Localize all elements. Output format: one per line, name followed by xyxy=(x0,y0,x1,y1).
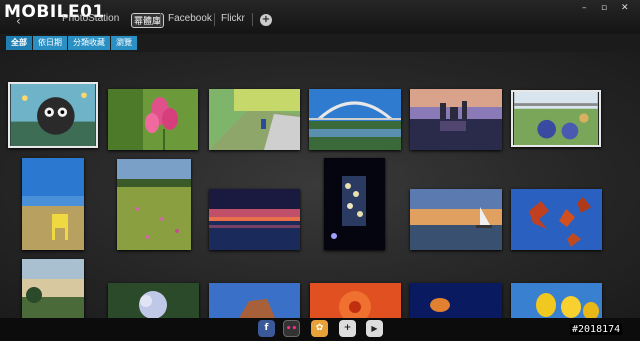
photo-city-skyline-night[interactable] xyxy=(410,89,502,150)
subtab-categories[interactable]: 分類收藏 xyxy=(68,36,110,50)
bridge-river-image xyxy=(309,89,401,150)
add-icon[interactable]: + xyxy=(339,320,356,337)
meadow-image xyxy=(117,159,191,250)
yellow-tulips-image xyxy=(511,283,602,318)
subtab-browse[interactable]: 瀏覽 xyxy=(111,36,137,50)
cat-painting-image xyxy=(10,84,96,146)
filter-tabs: 全部 依日期 分類收藏 瀏覽 xyxy=(6,36,138,50)
flickr-icon[interactable]: •• xyxy=(283,320,300,337)
flower-field-image xyxy=(514,92,598,145)
pink-flower-image xyxy=(108,89,198,150)
sunset-lake-image xyxy=(209,189,300,250)
photo-grid xyxy=(0,52,640,318)
photo-wildflower-meadow[interactable] xyxy=(117,159,191,250)
photo-rock-sky[interactable] xyxy=(209,283,300,318)
photo-sunset-lake[interactable] xyxy=(209,189,300,250)
minimize-icon[interactable]: – xyxy=(582,3,587,13)
rock-sky-image xyxy=(209,283,300,318)
tab-facebook[interactable]: Facebook xyxy=(168,13,212,24)
tab-photostation[interactable]: PhotoStation xyxy=(62,13,119,24)
photo-bridge-river[interactable] xyxy=(309,89,401,150)
hydrangea-image xyxy=(108,283,199,318)
maximize-icon[interactable]: ▫ xyxy=(601,3,607,13)
photo-garden-path[interactable] xyxy=(209,89,300,150)
photo-night-building[interactable] xyxy=(324,158,385,250)
subtab-all[interactable]: 全部 xyxy=(6,36,32,50)
photo-jellyfish[interactable] xyxy=(410,283,502,318)
photo-field-chair[interactable] xyxy=(22,158,84,250)
tab-divider xyxy=(252,13,253,26)
photo-hydrangea[interactable] xyxy=(108,283,199,318)
watermark: #2018174 xyxy=(570,324,623,335)
night-building-image xyxy=(324,158,385,250)
garden-path-image xyxy=(209,89,300,150)
subtab-by-date[interactable]: 依日期 xyxy=(33,36,67,50)
play-icon[interactable]: ▶ xyxy=(366,320,383,337)
photo-orange-flower[interactable] xyxy=(310,283,401,318)
field-chair-image xyxy=(22,158,84,250)
title-bar: ‹ MOBILE01 幂體庫 PhotoStation Facebook Fli… xyxy=(0,0,640,34)
tab-divider xyxy=(214,13,215,26)
photo-app-icon[interactable]: ✿ xyxy=(311,320,328,337)
bottom-dock: f •• ✿ + ▶ xyxy=(0,318,640,341)
jellyfish-image xyxy=(410,283,502,318)
tab-flickr[interactable]: Flickr xyxy=(221,13,245,24)
photo-cat-painting[interactable] xyxy=(8,82,98,148)
evening-trees-image xyxy=(22,259,84,318)
photo-sailboat-lake[interactable] xyxy=(410,189,502,250)
photo-flower-field-fence[interactable] xyxy=(511,90,601,147)
orange-flower-image xyxy=(310,283,401,318)
sailboat-image xyxy=(410,189,502,250)
city-skyline-image xyxy=(410,89,502,150)
close-icon[interactable]: ✕ xyxy=(621,3,629,13)
add-tab-icon[interactable]: + xyxy=(260,14,272,26)
photo-evening-trees[interactable] xyxy=(22,259,84,318)
red-leaves-image xyxy=(511,189,602,250)
facebook-icon[interactable]: f xyxy=(258,320,275,337)
photo-yellow-tulips[interactable] xyxy=(511,283,602,318)
photo-pink-flower[interactable] xyxy=(108,89,198,150)
tab-divider xyxy=(160,13,161,26)
photo-red-leaves[interactable] xyxy=(511,189,602,250)
